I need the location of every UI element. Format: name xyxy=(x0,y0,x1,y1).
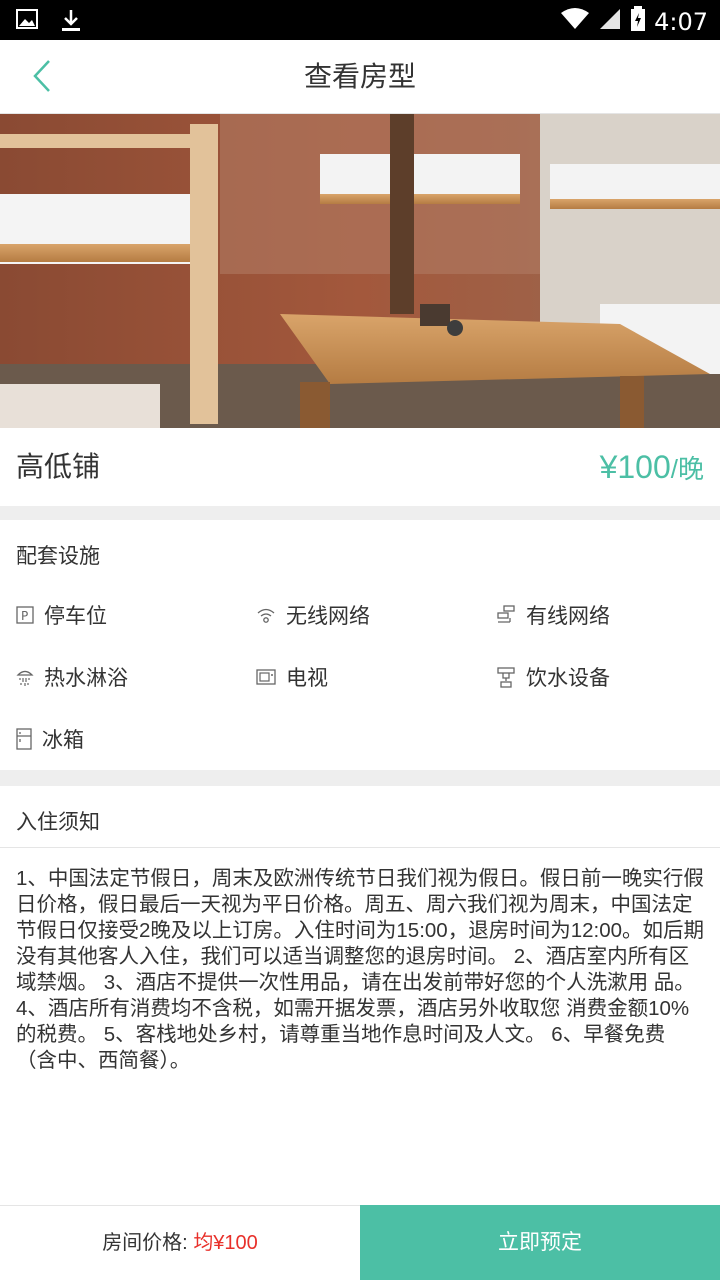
parking-icon: P xyxy=(16,606,34,624)
total-price-label: 房间价格: xyxy=(102,1232,194,1254)
cell-signal-icon xyxy=(598,7,622,36)
room-price: ¥100/晚 xyxy=(600,428,704,508)
facility-label: 饮水设备 xyxy=(526,667,610,690)
facility-label: 冰箱 xyxy=(42,729,84,752)
battery-icon xyxy=(630,6,646,37)
section-divider xyxy=(0,770,720,786)
facility-parking: P 停车位 xyxy=(16,600,107,630)
image-notification-icon xyxy=(16,8,38,37)
total-price: 房间价格: 均¥100 xyxy=(0,1206,360,1280)
water-dispenser-icon xyxy=(496,666,516,688)
facility-label: 停车位 xyxy=(44,605,107,628)
bottom-bar: 房间价格: 均¥100 立即预定 xyxy=(0,1205,720,1280)
room-name: 高低铺 xyxy=(16,451,101,482)
svg-text:P: P xyxy=(21,609,28,623)
notice-text: 1、中国法定节假日，周末及欧洲传统节日我们视为假日。假日前一晚实行假日价格，假日… xyxy=(16,867,704,1072)
wifi-signal-icon xyxy=(560,7,590,36)
status-bar: 4:07 xyxy=(0,0,720,40)
download-notification-icon xyxy=(60,8,82,37)
notice-header: 入住须知 xyxy=(0,786,720,848)
section-divider xyxy=(0,506,720,520)
wifi-icon xyxy=(256,606,276,624)
room-summary: 高低铺 ¥100/晚 xyxy=(0,428,720,506)
room-photo xyxy=(0,114,720,428)
facility-shower: 热水淋浴 xyxy=(16,662,128,692)
facilities-title: 配套设施 xyxy=(16,545,100,568)
shower-icon xyxy=(16,667,34,687)
facility-label: 有线网络 xyxy=(526,605,610,628)
page-title: 查看房型 xyxy=(303,61,416,92)
facility-wifi: 无线网络 xyxy=(256,600,370,630)
room-price-unit: /晚 xyxy=(670,454,704,484)
total-price-value: 均¥100 xyxy=(193,1232,258,1254)
tv-icon xyxy=(256,668,276,686)
status-time: 4:07 xyxy=(654,7,708,36)
facility-tv: 电视 xyxy=(256,662,328,692)
book-now-button[interactable]: 立即预定 xyxy=(360,1205,720,1280)
facility-label: 无线网络 xyxy=(286,605,370,628)
fridge-icon xyxy=(16,728,32,750)
facility-label: 热水淋浴 xyxy=(44,667,128,690)
wired-network-icon xyxy=(496,605,516,625)
notice-title: 入住须知 xyxy=(16,811,100,834)
facility-water-dispenser: 饮水设备 xyxy=(496,662,610,692)
app-header: 查看房型 xyxy=(0,40,720,114)
facility-wired-network: 有线网络 xyxy=(496,600,610,630)
facility-fridge: 冰箱 xyxy=(16,724,84,754)
room-price-value: ¥100 xyxy=(599,449,671,485)
facility-label: 电视 xyxy=(286,667,328,690)
